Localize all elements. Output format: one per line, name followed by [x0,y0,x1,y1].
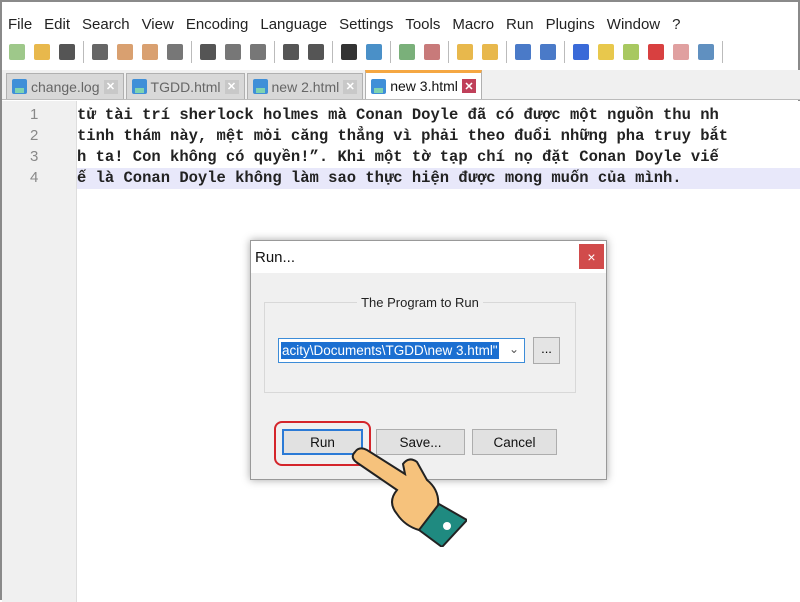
line-number-gutter: 1 2 3 4 [2,101,77,602]
tab-TGDD-html[interactable]: TGDD.html ✕ [125,73,245,99]
open-file-icon[interactable] [31,41,53,63]
tab-label: new 3.html [390,78,458,94]
menu-file[interactable]: File [2,12,38,38]
new-file-icon[interactable] [6,41,28,63]
pointing-hand-icon [351,447,467,547]
paste-icon[interactable] [247,41,269,63]
toolbar-separator [83,41,84,63]
chevron-down-icon[interactable]: ⌄ [509,342,519,356]
zoom-out-icon[interactable] [421,41,443,63]
file-icon [252,79,268,94]
close-tab-icon[interactable]: ✕ [461,79,476,93]
menu-language[interactable]: Language [254,12,333,38]
line-number: 2 [30,127,39,144]
redo-icon[interactable] [305,41,327,63]
toolbar-separator [722,41,723,63]
save-all-icon[interactable] [89,41,111,63]
file-icon [371,78,387,94]
code-line[interactable]: tử tài trí sherlock holmes mà Conan Doyl… [77,105,800,126]
user-defined-language-icon[interactable] [595,41,617,63]
tab-label: change.log [31,78,100,95]
menu-encoding[interactable]: Encoding [180,12,255,38]
toolbar-separator [564,41,565,63]
file-icon [12,79,27,94]
function-list-icon[interactable] [645,41,667,63]
cut-icon[interactable] [197,41,219,63]
toolbar-separator [390,41,391,63]
word-wrap-icon[interactable] [512,41,534,63]
tab-new-3-html[interactable]: new 3.html ✕ [365,70,482,99]
close-tab-icon[interactable]: ✕ [103,79,118,94]
copy-icon[interactable] [222,41,244,63]
code-line[interactable]: tinh thám này, mệt mỏi căng thẳng vì phả… [77,126,800,147]
close-icon[interactable] [114,41,136,63]
menu-edit[interactable]: Edit [38,12,76,38]
toolbar-separator [506,41,507,63]
find-icon[interactable] [338,41,360,63]
file-icon [131,79,147,94]
replace-icon[interactable] [363,41,385,63]
tab-bar: change.log ✕ TGDD.html ✕ new 2.html ✕ new 3.ht… [2,70,800,100]
menu-plugins[interactable]: Plugins [540,12,601,38]
zoom-in-icon[interactable] [396,41,418,63]
tab-change-log[interactable]: change.log ✕ [6,73,124,99]
code-line[interactable]: h ta! Con không có quyền!”. Khi một tờ t… [77,147,800,168]
close-button[interactable]: × [579,244,604,269]
line-number: 4 [30,169,39,186]
monitoring-icon[interactable] [695,41,717,63]
show-all-characters-icon[interactable] [537,41,559,63]
toolbar [6,38,725,66]
menu-bar: File Edit Search View Encoding Language Settin… [2,12,800,38]
print-icon[interactable] [164,41,186,63]
indent-guide-icon[interactable] [570,41,592,63]
undo-icon[interactable] [280,41,302,63]
save-icon[interactable] [56,41,78,63]
close-tab-icon[interactable]: ✕ [343,79,358,94]
toolbar-separator [332,41,333,63]
program-combobox[interactable]: acity\Documents\TGDD\new 3.html" ⌄ [278,338,525,363]
sync-vertical-icon[interactable] [454,41,476,63]
tab-label: TGDD.html [150,78,221,95]
sync-horizontal-icon[interactable] [479,41,501,63]
toolbar-separator [448,41,449,63]
code-line[interactable]: ế là Conan Doyle không làm sao thực hiện… [77,168,800,189]
line-number: 1 [30,106,39,123]
cancel-button[interactable]: Cancel [472,429,557,455]
toolbar-separator [274,41,275,63]
line-number: 3 [30,148,39,165]
toolbar-separator [191,41,192,63]
group-label: The Program to Run [357,295,483,310]
menu-view[interactable]: View [136,12,180,38]
menu-macro[interactable]: Macro [446,12,500,38]
dialog-title: Run... [251,241,606,273]
program-group: The Program to Run acity\Documents\TGDD\… [264,295,576,393]
menu-tools[interactable]: Tools [399,12,446,38]
menu-run[interactable]: Run [500,12,540,38]
document-map-icon[interactable] [620,41,642,63]
menu-help[interactable]: ? [666,12,686,38]
menu-search[interactable]: Search [76,12,136,38]
program-input-value[interactable]: acity\Documents\TGDD\new 3.html" [281,342,499,359]
close-tab-icon[interactable]: ✕ [224,79,239,94]
tab-label: new 2.html [271,78,340,95]
close-all-icon[interactable] [139,41,161,63]
menu-settings[interactable]: Settings [333,12,399,38]
tab-new-2-html[interactable]: new 2.html ✕ [246,73,364,99]
folder-as-workspace-icon[interactable] [670,41,692,63]
menu-window[interactable]: Window [601,12,666,38]
browse-button[interactable]: ... [533,337,560,364]
